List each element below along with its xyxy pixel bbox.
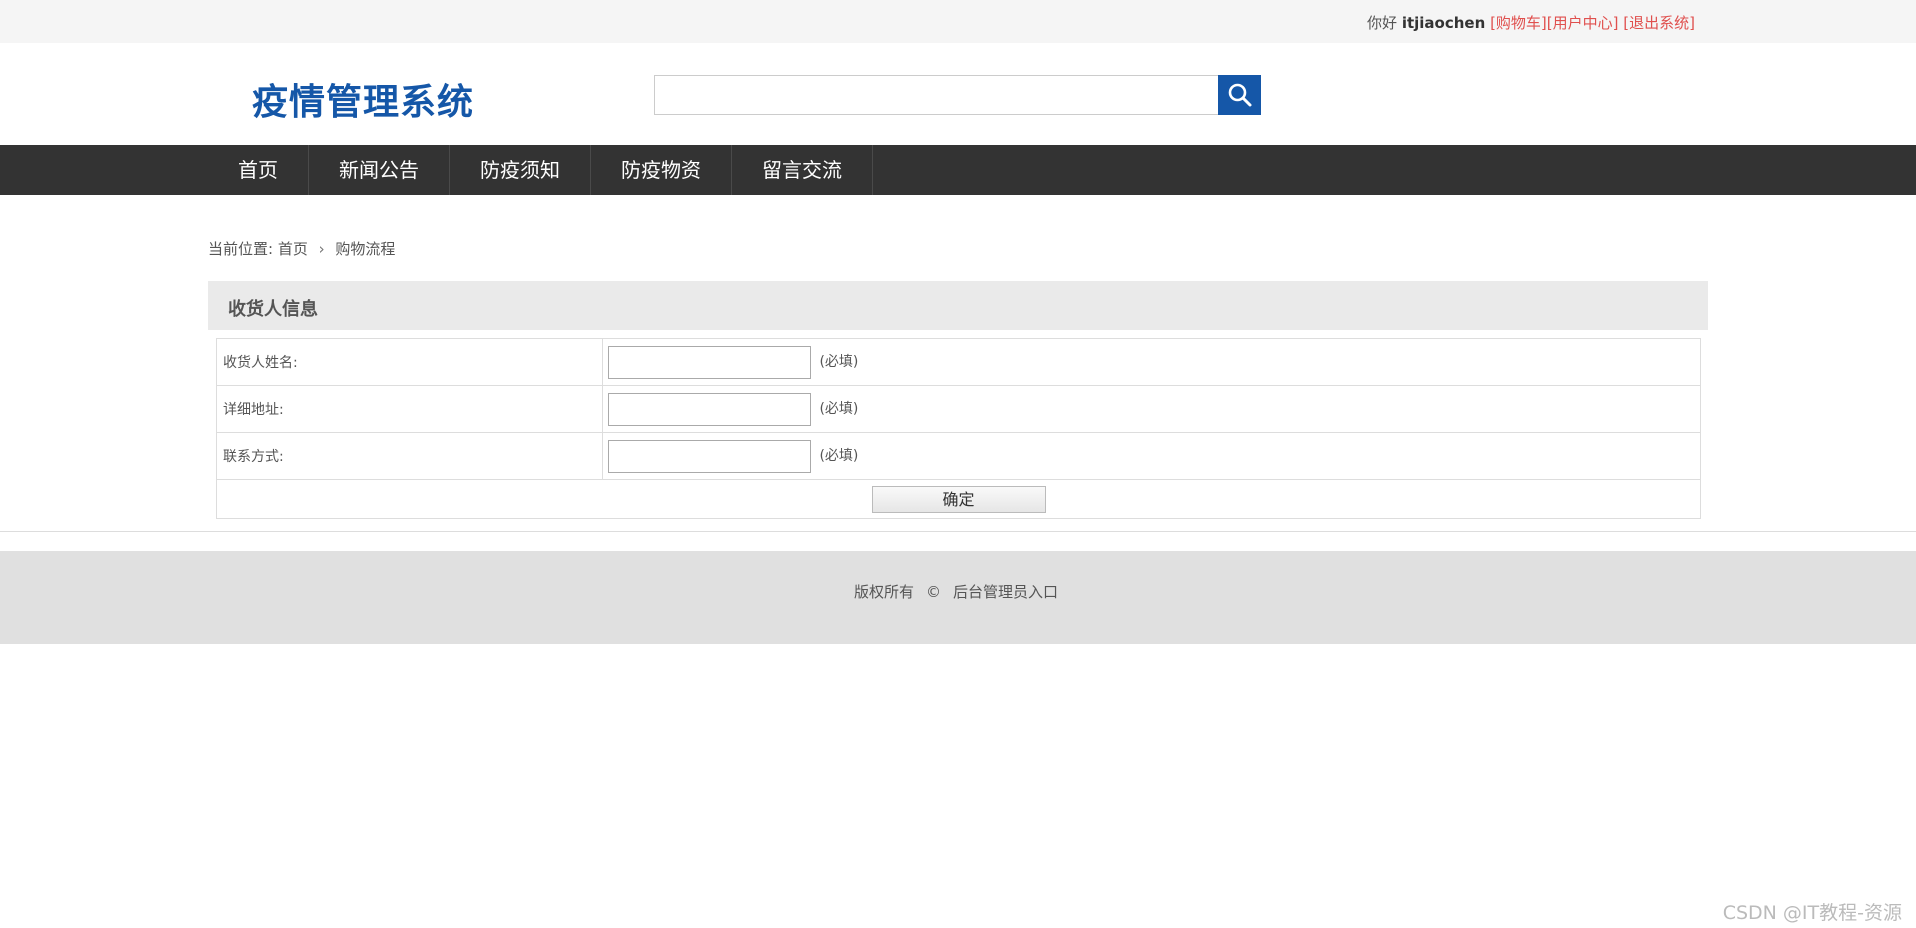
breadcrumb-current: 购物流程 <box>335 240 396 258</box>
consignee-form: 收货人姓名: (必填) 详细地址: (必填) 联系方式: (必填) 确定 <box>216 338 1701 519</box>
watermark: CSDN @IT教程-资源 <box>1722 902 1902 924</box>
form-row-address: 详细地址: (必填) <box>216 385 1701 433</box>
confirm-button[interactable]: 确定 <box>871 485 1046 513</box>
form-row-submit: 确定 <box>216 479 1701 519</box>
section-title: 收货人信息 <box>228 299 318 320</box>
search-input[interactable] <box>655 76 1218 114</box>
address-input[interactable] <box>608 392 811 426</box>
user-status: 你好 itjiaochen [购物车][用户中心] [退出系统] <box>1367 12 1695 33</box>
nav-item-guidelines[interactable]: 防疫须知 <box>450 145 591 195</box>
cart-link[interactable]: [购物车] <box>1490 14 1547 32</box>
top-utility-bar: 你好 itjiaochen [购物车][用户中心] [退出系统] <box>0 0 1916 43</box>
greeting-text: 你好 <box>1367 14 1398 32</box>
logout-link[interactable]: [退出系统] <box>1623 14 1695 32</box>
site-footer: 版权所有 © 后台管理员入口 <box>0 551 1916 644</box>
field-label: 联系方式: <box>216 432 603 480</box>
search-icon <box>1228 83 1251 107</box>
field-label: 详细地址: <box>216 385 603 433</box>
field-label: 收货人姓名: <box>216 338 603 386</box>
nav-item-news[interactable]: 新闻公告 <box>309 145 450 195</box>
site-header: 疫情管理系统 <box>0 43 1916 145</box>
required-hint: (必填) <box>819 448 859 464</box>
divider <box>0 531 1916 532</box>
contact-input[interactable] <box>608 439 811 473</box>
form-row-name: 收货人姓名: (必填) <box>216 338 1701 386</box>
required-hint: (必填) <box>819 354 859 370</box>
nav-item-messages[interactable]: 留言交流 <box>732 145 873 195</box>
consignee-name-input[interactable] <box>608 345 811 379</box>
chevron-right-icon: › <box>318 240 325 258</box>
breadcrumb-prefix: 当前位置: <box>208 240 274 258</box>
copyright-text: 版权所有 <box>854 583 915 601</box>
search-box <box>654 75 1219 115</box>
admin-entry-link[interactable]: 后台管理员入口 <box>953 583 1058 601</box>
search-button[interactable] <box>1218 75 1261 115</box>
form-row-contact: 联系方式: (必填) <box>216 432 1701 480</box>
nav-item-supplies[interactable]: 防疫物资 <box>591 145 732 195</box>
copyright-symbol: © <box>926 583 942 601</box>
required-hint: (必填) <box>819 401 859 417</box>
breadcrumb-home[interactable]: 首页 <box>278 240 308 258</box>
section-header: 收货人信息 <box>208 281 1708 330</box>
nav-item-home[interactable]: 首页 <box>208 145 309 195</box>
main-nav: 首页 新闻公告 防疫须知 防疫物资 留言交流 <box>0 145 1916 195</box>
username: itjiaochen <box>1401 14 1486 32</box>
breadcrumb: 当前位置: 首页 › 购物流程 <box>208 238 395 259</box>
site-logo[interactable]: 疫情管理系统 <box>252 73 474 125</box>
user-center-link[interactable]: [用户中心] <box>1547 14 1619 32</box>
footer-content: 版权所有 © 后台管理员入口 <box>854 581 1058 602</box>
